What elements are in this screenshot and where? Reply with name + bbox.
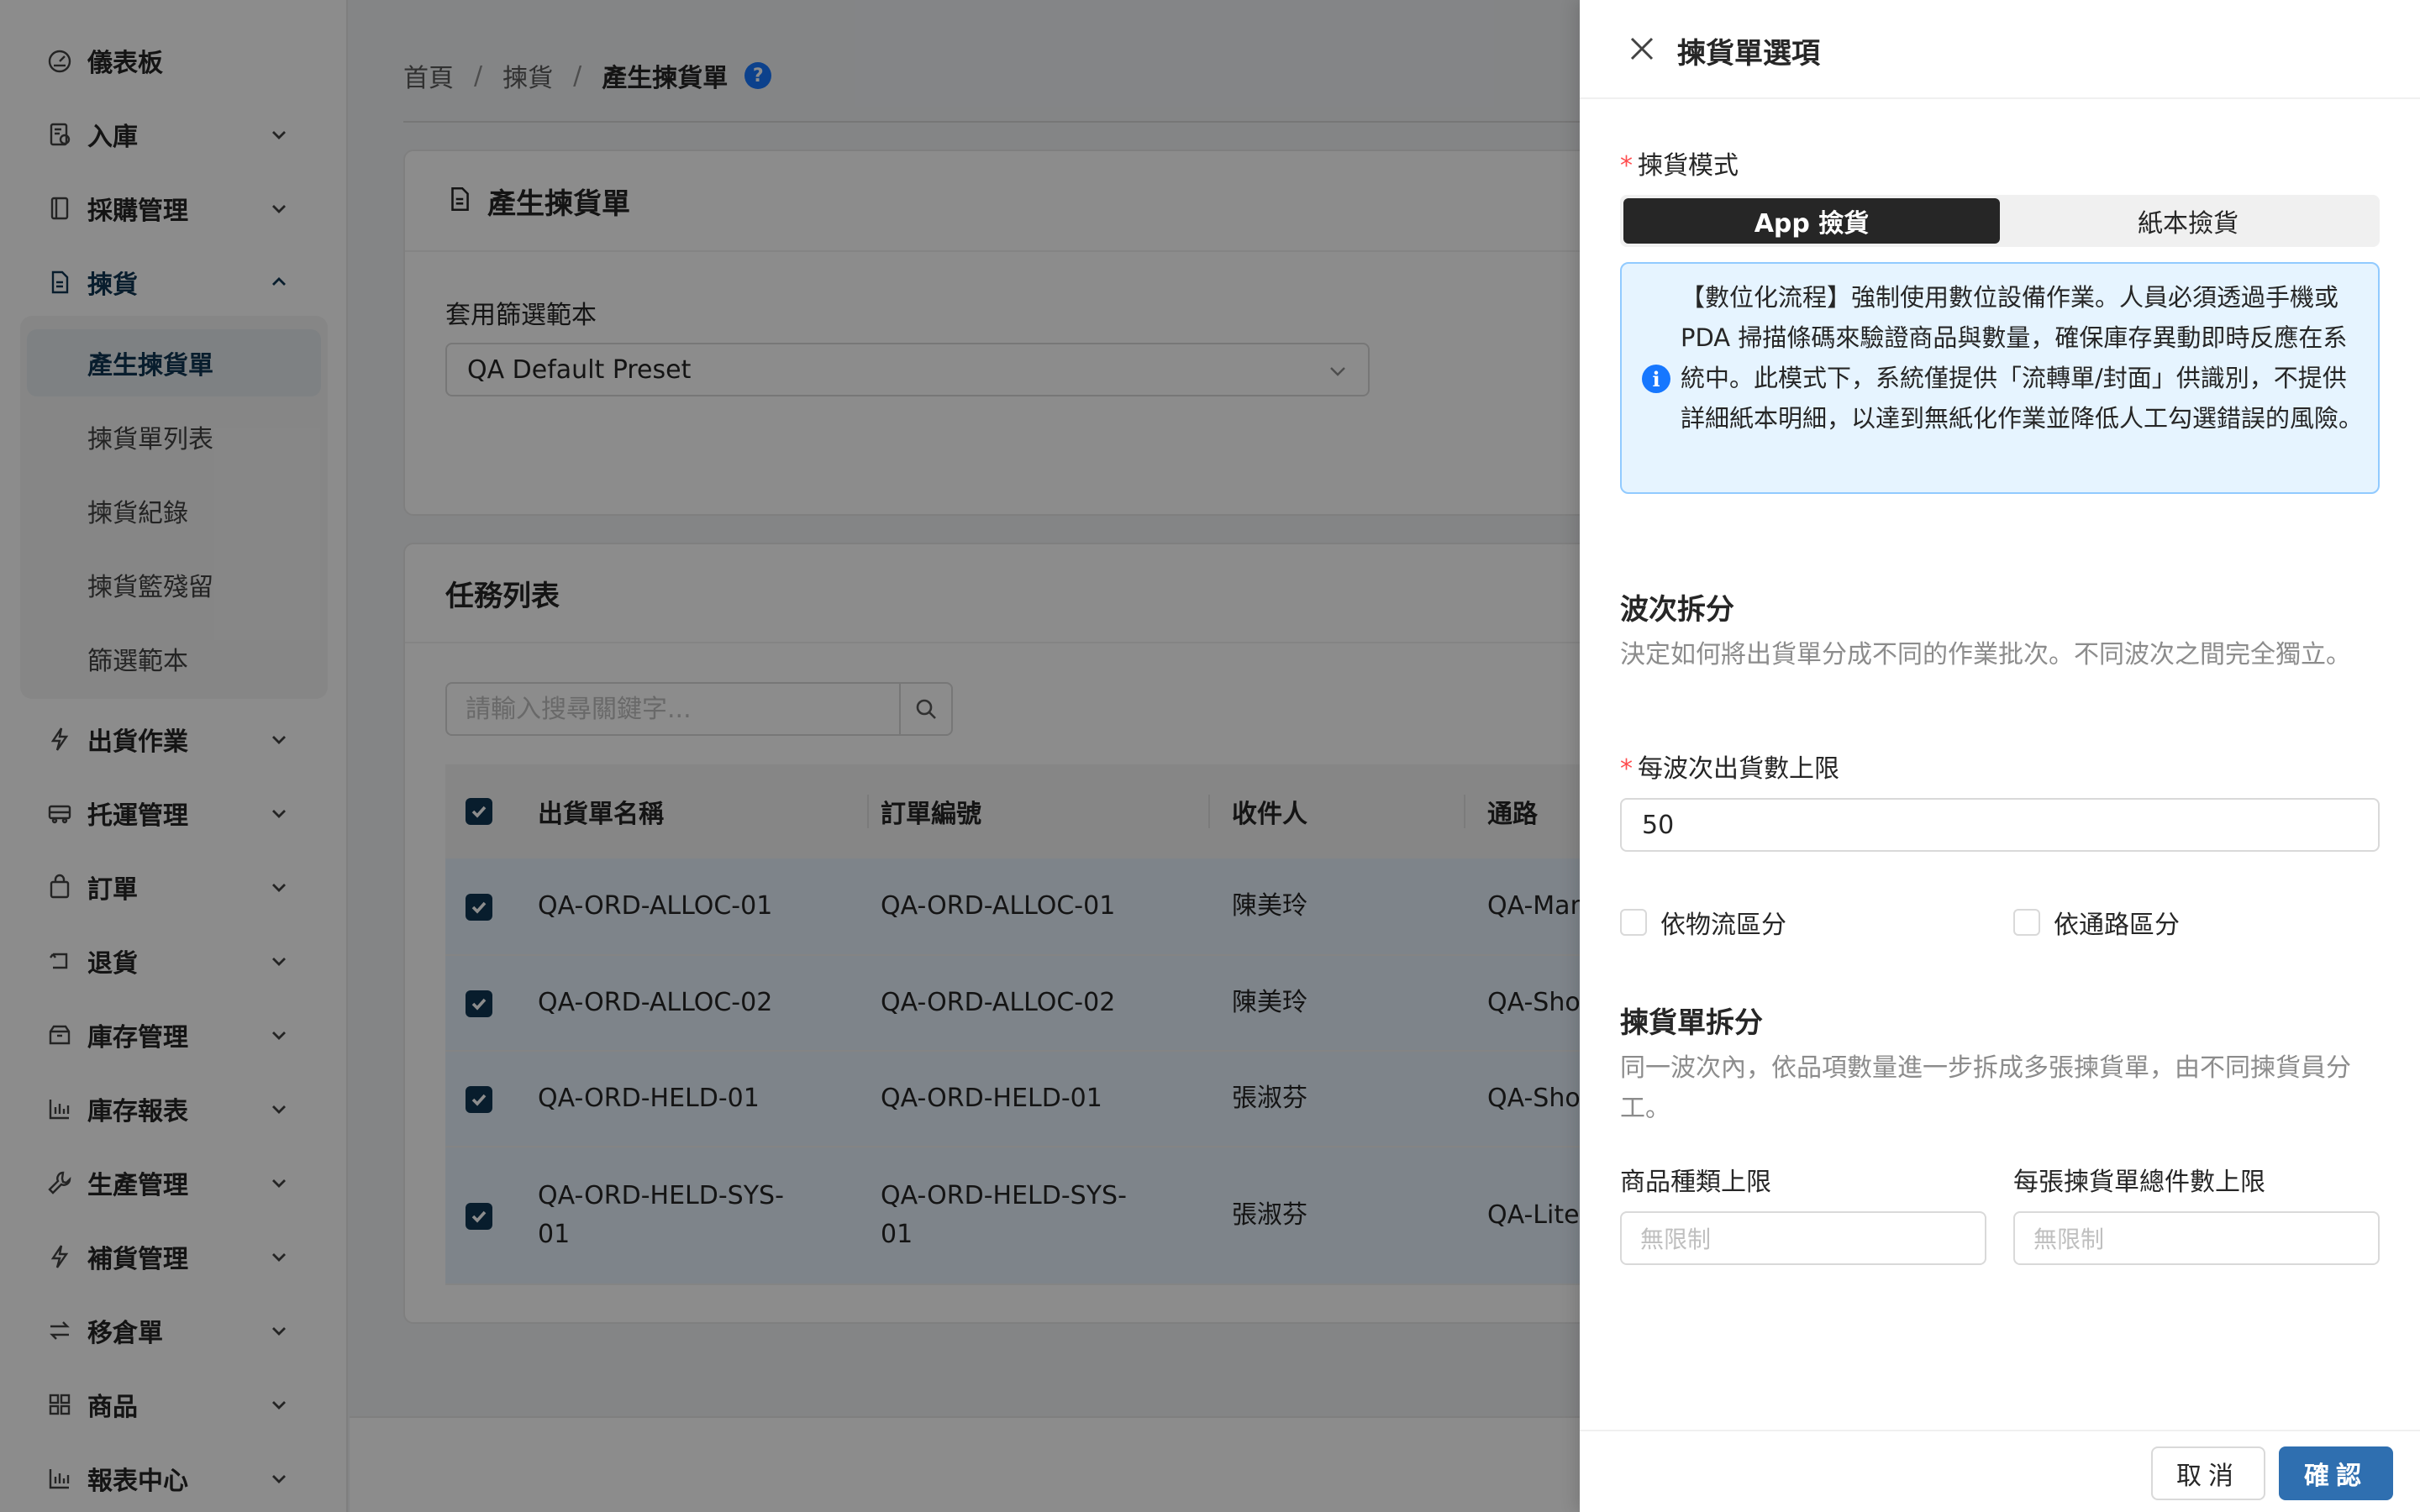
- sku-limit-input[interactable]: 無限制: [1620, 1211, 1986, 1265]
- wave-limit-value: 50: [1642, 810, 1675, 840]
- mode-option-app[interactable]: App 撿貨: [1623, 198, 2000, 244]
- required-mark: *: [1620, 151, 1633, 181]
- checkbox-label: 依物流區分: [1660, 911, 1786, 940]
- drawer-title: 揀貨單選項: [1677, 37, 1820, 71]
- placeholder-text: 無限制: [1640, 1226, 1712, 1253]
- drawer-header: 揀貨單選項: [1580, 0, 2420, 99]
- mode-info-alert: i 【數位化流程】強制使用數位設備作業。人員必須透過手機或 PDA 掃描條碼來驗…: [1620, 262, 2380, 494]
- by-channel-checkbox[interactable]: 依通路區分: [2013, 904, 2180, 941]
- wave-section-desc: 決定如何將出貨單分成不同的作業批次。不同波次之間完全獨立。: [1620, 640, 2351, 669]
- qty-limit-input[interactable]: 無限制: [2013, 1211, 2380, 1265]
- split-section-desc: 同一波次內，依品項數量進一步拆成多張揀貨單，由不同揀貨員分工。: [1620, 1053, 2351, 1123]
- drawer-mask[interactable]: [0, 0, 1580, 1512]
- close-icon[interactable]: [1625, 32, 1659, 66]
- checkbox-label: 依通路區分: [2054, 911, 2180, 940]
- wave-limit-input[interactable]: 50: [1620, 798, 2380, 852]
- info-text: 【數位化流程】強制使用數位設備作業。人員必須透過手機或 PDA 掃描條碼來驗證商…: [1681, 283, 2364, 433]
- checkbox-box[interactable]: [1620, 909, 1647, 936]
- by-logistics-checkbox[interactable]: 依物流區分: [1620, 904, 1786, 941]
- cancel-button[interactable]: 取消: [2151, 1446, 2265, 1500]
- mode-label: * 揀貨模式: [1620, 144, 1739, 181]
- required-mark: *: [1620, 754, 1633, 784]
- sku-limit-label: 商品種類上限: [1620, 1168, 1771, 1197]
- mode-label-text: 揀貨模式: [1638, 151, 1739, 181]
- app-root: 儀表板 入庫 採購管理 揀貨 產生揀貨單 揀貨單列表 揀貨紀錄 揀貨籃殘留 篩選…: [0, 0, 2420, 1512]
- mode-option-paper[interactable]: 紙本撿貨: [2000, 198, 2376, 244]
- wave-limit-label: * 每波次出貨數上限: [1620, 748, 1839, 785]
- split-section-title: 揀貨單拆分: [1620, 1006, 1763, 1040]
- drawer-footer: 取消 確認: [1580, 1430, 2420, 1512]
- picking-mode-segmented: App 撿貨 紙本撿貨: [1620, 195, 2380, 247]
- wave-limit-label-text: 每波次出貨數上限: [1638, 754, 1839, 784]
- picking-options-drawer: 揀貨單選項 * 揀貨模式 App 撿貨 紙本撿貨 i 【數位化流程】強制使用數位設…: [1580, 0, 2420, 1512]
- wave-section-title: 波次拆分: [1620, 593, 1734, 627]
- confirm-button[interactable]: 確認: [2279, 1446, 2393, 1500]
- qty-limit-label: 每張揀貨單總件數上限: [2013, 1168, 2265, 1197]
- placeholder-text: 無限制: [2033, 1226, 2105, 1253]
- info-icon: i: [1642, 365, 1670, 393]
- checkbox-box[interactable]: [2013, 909, 2040, 936]
